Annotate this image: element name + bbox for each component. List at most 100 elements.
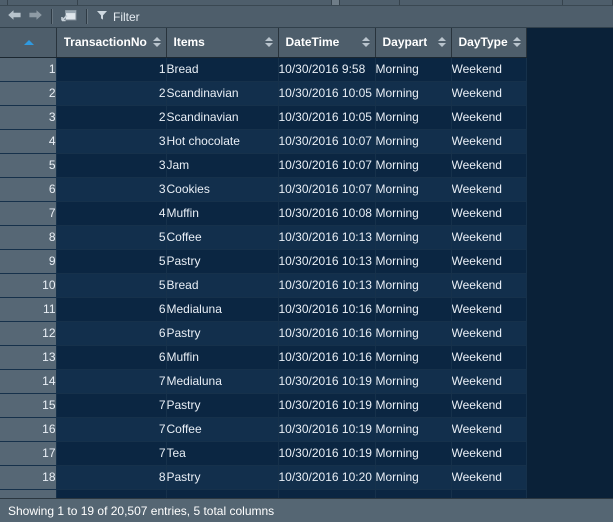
- cell-items: [166, 489, 279, 498]
- cell-transactionno: 7: [56, 369, 167, 394]
- table-row[interactable]: 11 6 Medialuna 10/30/2016 10:16 Morning Weeke…: [0, 297, 527, 322]
- table-row[interactable]: 1 1 Bread 10/30/2016 9:58 Morning Weekend: [0, 57, 527, 82]
- sort-toggle-icon[interactable]: [361, 37, 370, 48]
- sort-toggle-icon[interactable]: [152, 37, 161, 48]
- sort-ascending-icon: [23, 39, 34, 45]
- table-row[interactable]: 15 7 Pastry 10/30/2016 10:19 Morning Weekend: [0, 393, 527, 418]
- table-row[interactable]: 6 3 Cookies 10/30/2016 10:07 Morning Weekend: [0, 177, 527, 202]
- cell-daytype: Weekend: [451, 417, 527, 442]
- cell-daytype: Weekend: [451, 369, 527, 394]
- cell-daytype: Weekend: [451, 345, 527, 370]
- toolbar-separator: [51, 9, 53, 24]
- cell-transactionno: 1: [56, 57, 167, 82]
- sort-down-icon: [361, 43, 370, 48]
- cell-transactionno: 8: [56, 465, 167, 490]
- cell-transactionno: 6: [56, 321, 167, 346]
- cell-daypart: Morning: [375, 249, 452, 274]
- column-header-datetime[interactable]: DateTime: [278, 28, 376, 58]
- cell-daypart: Morning: [375, 441, 452, 466]
- table-row[interactable]: 14 7 Medialuna 10/30/2016 10:19 Morning Weeke…: [0, 369, 527, 394]
- table-row[interactable]: [0, 489, 527, 498]
- table-row[interactable]: 2 2 Scandinavian 10/30/2016 10:05 Morning Wee…: [0, 81, 527, 106]
- cell-items: Scandinavian: [166, 105, 279, 130]
- cell-daypart: Morning: [375, 81, 452, 106]
- column-header-label: TransactionNo: [63, 35, 147, 50]
- cell-daypart: Morning: [375, 417, 452, 442]
- cell-items: Pastry: [166, 393, 279, 418]
- forward-button[interactable]: [25, 8, 46, 26]
- cell-transactionno: 7: [56, 441, 167, 466]
- row-number-cell: 3: [0, 105, 57, 130]
- cell-transactionno: 7: [56, 417, 167, 442]
- column-header-items[interactable]: Items: [166, 28, 279, 58]
- table-row[interactable]: 4 3 Hot chocolate 10/30/2016 10:07 Morning We…: [0, 129, 527, 154]
- cell-transactionno: [56, 489, 167, 498]
- cell-daytype: Weekend: [451, 177, 527, 202]
- cell-datetime: 10/30/2016 10:19: [278, 393, 376, 418]
- table-row[interactable]: 5 3 Jam 10/30/2016 10:07 Morning Weekend: [0, 153, 527, 178]
- cell-items: Medialuna: [166, 369, 279, 394]
- cell-datetime: 10/30/2016 10:07: [278, 129, 376, 154]
- table-row[interactable]: 13 6 Muffin 10/30/2016 10:16 Morning Weekend: [0, 345, 527, 370]
- cell-datetime: 10/30/2016 10:13: [278, 249, 376, 274]
- row-number-cell: 17: [0, 441, 57, 466]
- cell-daytype: Weekend: [451, 201, 527, 226]
- cell-datetime: 10/30/2016 10:07: [278, 177, 376, 202]
- column-header-label: DayType: [458, 35, 508, 50]
- chrome-seg: [78, 0, 332, 5]
- cell-items: Hot chocolate: [166, 129, 279, 154]
- cell-datetime: 10/30/2016 10:16: [278, 345, 376, 370]
- sort-toggle-icon[interactable]: [437, 37, 446, 48]
- cell-datetime: 10/30/2016 10:19: [278, 441, 376, 466]
- chrome-seg: [0, 0, 8, 5]
- cell-daytype: Weekend: [451, 297, 527, 322]
- export-window-button[interactable]: [58, 8, 81, 26]
- table-row[interactable]: 16 7 Coffee 10/30/2016 10:19 Morning Weekend: [0, 417, 527, 442]
- cell-daytype: Weekend: [451, 153, 527, 178]
- sort-toggle-icon[interactable]: [264, 37, 273, 48]
- row-number-cell: 1: [0, 57, 57, 82]
- back-button[interactable]: [4, 8, 25, 26]
- cell-daypart: Morning: [375, 321, 452, 346]
- chrome-seg: [8, 0, 78, 5]
- cell-items: Jam: [166, 153, 279, 178]
- cell-daytype: Weekend: [451, 81, 527, 106]
- row-number-cell: 7: [0, 201, 57, 226]
- filter-button[interactable]: Filter: [93, 8, 146, 26]
- cell-daypart: Morning: [375, 225, 452, 250]
- table-row[interactable]: 8 5 Coffee 10/30/2016 10:13 Morning Weekend: [0, 225, 527, 250]
- row-number-cell: 8: [0, 225, 57, 250]
- funnel-icon: [96, 9, 108, 24]
- status-bar: Showing 1 to 19 of 20,507 entries, 5 tot…: [0, 498, 613, 522]
- table-row[interactable]: 7 4 Muffin 10/30/2016 10:08 Morning Weekend: [0, 201, 527, 226]
- table-row[interactable]: 10 5 Bread 10/30/2016 10:13 Morning Weekend: [0, 273, 527, 298]
- column-header-label: DateTime: [285, 35, 340, 50]
- chrome-seg: [340, 0, 400, 5]
- data-grid[interactable]: TransactionNo Items DateTime Daypart DayType…: [0, 28, 613, 498]
- data-viewer-window: Filter TransactionNo Items DateTime Daypart…: [0, 0, 613, 522]
- sort-up-icon: [437, 37, 446, 42]
- row-number-cell: 18: [0, 465, 57, 490]
- column-header-rownum[interactable]: [0, 28, 57, 58]
- cell-transactionno: 2: [56, 81, 167, 106]
- cell-daypart: Morning: [375, 345, 452, 370]
- cell-datetime: 10/30/2016 10:20: [278, 465, 376, 490]
- row-number-cell: 16: [0, 417, 57, 442]
- row-number-cell: 2: [0, 81, 57, 106]
- chrome-seg: [563, 0, 613, 5]
- column-header-daypart[interactable]: Daypart: [375, 28, 452, 58]
- toolbar-separator: [86, 9, 88, 24]
- cell-daytype: Weekend: [451, 249, 527, 274]
- table-row[interactable]: 18 8 Pastry 10/30/2016 10:20 Morning Weekend: [0, 465, 527, 490]
- table-row[interactable]: 17 7 Tea 10/30/2016 10:19 Morning Weekend: [0, 441, 527, 466]
- cell-datetime: 10/30/2016 10:16: [278, 321, 376, 346]
- table-row[interactable]: 3 2 Scandinavian 10/30/2016 10:05 Morning Wee…: [0, 105, 527, 130]
- sort-toggle-icon[interactable]: [512, 37, 521, 48]
- cell-transactionno: 5: [56, 249, 167, 274]
- column-header-transactionno[interactable]: TransactionNo: [56, 28, 167, 58]
- sort-up-icon: [264, 37, 273, 42]
- table-row[interactable]: 12 6 Pastry 10/30/2016 10:16 Morning Weekend: [0, 321, 527, 346]
- column-header-daytype[interactable]: DayType: [451, 28, 527, 58]
- cell-daypart: Morning: [375, 393, 452, 418]
- table-row[interactable]: 9 5 Pastry 10/30/2016 10:13 Morning Weekend: [0, 249, 527, 274]
